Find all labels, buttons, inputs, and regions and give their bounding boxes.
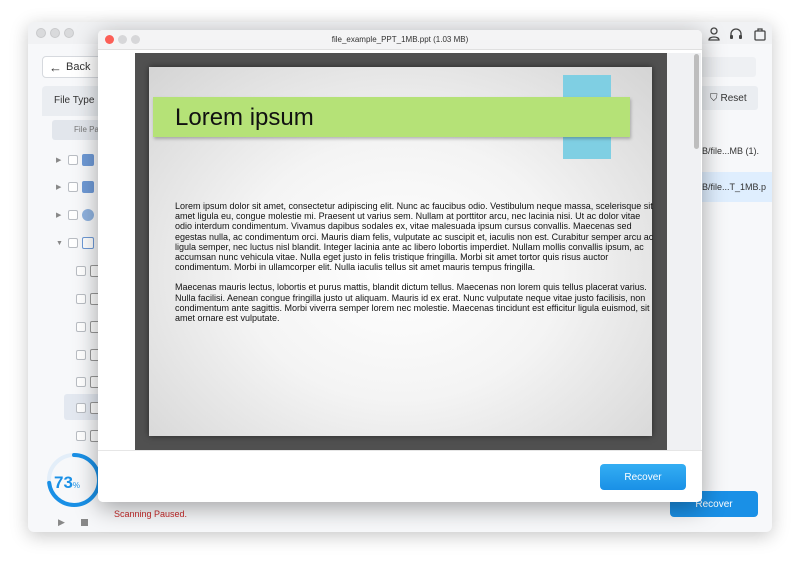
slide-frame: Lorem ipsum Lorem ipsum dolor sit amet, …: [135, 53, 667, 450]
reset-button[interactable]: ⛉ Reset: [700, 86, 758, 110]
video-icon: [82, 181, 94, 193]
file-checkbox[interactable]: [76, 403, 86, 413]
slide-paragraph: Maecenas mauris lectus, lobortis et puru…: [175, 282, 650, 324]
picture-icon: [82, 154, 94, 166]
expand-arrow-icon[interactable]: ▶: [56, 156, 64, 164]
audio-icon: [82, 209, 94, 221]
scrollbar-thumb[interactable]: [694, 54, 699, 149]
tree-item-audio[interactable]: ▶ A: [56, 208, 104, 222]
slide-page: Lorem ipsum Lorem ipsum dolor sit amet, …: [149, 67, 653, 436]
file-checkbox[interactable]: [76, 294, 86, 304]
file-checkbox[interactable]: [76, 322, 86, 332]
cart-icon[interactable]: [752, 26, 768, 42]
progress-readout: 73%: [54, 473, 80, 493]
slide-paragraph: Lorem ipsum dolor sit amet, consectetur …: [175, 201, 654, 273]
tree-checkbox[interactable]: [68, 155, 78, 165]
collapse-arrow-icon[interactable]: ▼: [56, 240, 64, 247]
tree-checkbox[interactable]: [68, 238, 78, 248]
expand-arrow-icon[interactable]: ▶: [56, 211, 64, 219]
tree-checkbox[interactable]: [68, 182, 78, 192]
reset-label: Reset: [720, 92, 747, 104]
back-button[interactable]: ← Back: [42, 56, 102, 78]
preview-dialog: file_example_PPT_1MB.ppt (1.03 MB) Lorem…: [98, 30, 702, 502]
search-input[interactable]: [700, 57, 756, 77]
play-icon[interactable]: ▶: [58, 517, 65, 528]
slide-title: Lorem ipsum: [175, 104, 314, 131]
zoom-window-button[interactable]: [64, 28, 74, 38]
tree-checkbox[interactable]: [68, 210, 78, 220]
file-checkbox[interactable]: [76, 350, 86, 360]
file-path-cell: B/file...MB (1).: [702, 146, 760, 156]
expand-arrow-icon[interactable]: ▶: [56, 183, 64, 191]
file-checkbox[interactable]: [76, 266, 86, 276]
file-type-label: File Type: [54, 95, 95, 106]
stage: ← Back File Type ⌄ File Pa ▶ P ▶ V ▶ A: [0, 0, 800, 565]
recover-button[interactable]: Recover: [600, 464, 686, 490]
scan-status: Scanning Paused.: [114, 509, 188, 519]
tree-item-videos[interactable]: ▶ V: [56, 180, 104, 194]
headset-icon[interactable]: [728, 26, 744, 42]
stop-icon[interactable]: [81, 519, 88, 526]
progress-unit: %: [72, 481, 81, 490]
file-checkbox[interactable]: [76, 431, 86, 441]
user-icon[interactable]: [706, 26, 722, 42]
filter-reset-icon: ⛉: [710, 92, 718, 104]
file-checkbox[interactable]: [76, 377, 86, 387]
back-label: Back: [66, 61, 91, 73]
preview-title: file_example_PPT_1MB.ppt (1.03 MB): [331, 35, 469, 44]
minimize-window-button[interactable]: [50, 28, 60, 38]
tree-item-pictures[interactable]: ▶ P: [56, 153, 104, 167]
slide-body: Lorem ipsum dolor sit amet, consectetur …: [175, 201, 657, 323]
document-icon: [82, 237, 94, 249]
file-path-label: File Pa: [74, 125, 99, 134]
close-window-button[interactable]: [36, 28, 46, 38]
preview-titlebar: file_example_PPT_1MB.ppt (1.03 MB): [98, 30, 702, 50]
file-path-cell: B/file...T_1MB.p: [702, 182, 767, 192]
progress-value: 73: [54, 473, 73, 492]
slide-viewport[interactable]: Lorem ipsum Lorem ipsum dolor sit amet, …: [135, 53, 701, 450]
back-arrow-icon: ←: [49, 59, 62, 75]
